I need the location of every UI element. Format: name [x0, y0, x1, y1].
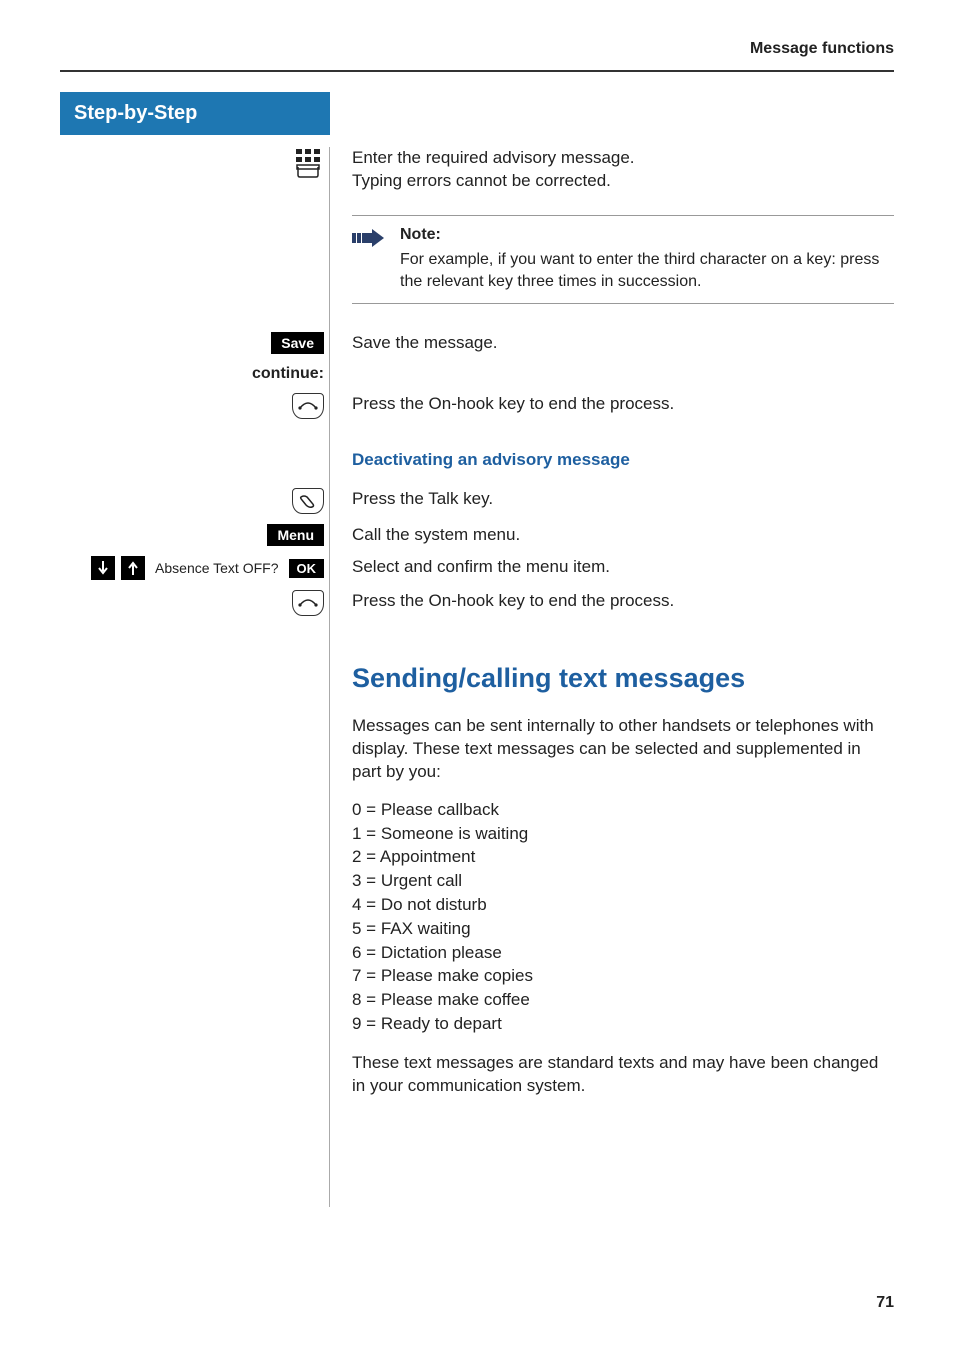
ok-button[interactable]: OK — [289, 559, 325, 578]
note-title: Note: — [400, 224, 894, 246]
talk-text: Press the Talk key. — [330, 488, 894, 511]
save-button[interactable]: Save — [271, 332, 324, 354]
continue-label: continue: — [60, 365, 330, 383]
sending-outro: These text messages are standard texts a… — [352, 1052, 894, 1098]
message-list-item: 3 = Urgent call — [352, 869, 894, 893]
note-arrow-icon — [352, 224, 386, 293]
arrow-down-button[interactable] — [91, 556, 115, 580]
message-list-item: 0 = Please callback — [352, 798, 894, 822]
message-list-item: 8 = Please make coffee — [352, 988, 894, 1012]
menu-text: Call the system menu. — [330, 524, 894, 547]
onhook-key-icon-2[interactable] — [292, 590, 324, 616]
message-list-item: 2 = Appointment — [352, 845, 894, 869]
display-absence-text-off: Absence Text OFF? — [151, 560, 282, 576]
save-text: Save the message. — [330, 332, 894, 355]
column-divider — [329, 147, 330, 1207]
message-list-item: 5 = FAX waiting — [352, 917, 894, 941]
onhook-key-icon[interactable] — [292, 393, 324, 419]
arrow-up-button[interactable] — [121, 556, 145, 580]
header-section-title: Message functions — [60, 40, 894, 72]
note-box: Note: For example, if you want to enter … — [352, 215, 894, 304]
keypad-icon — [294, 147, 324, 184]
note-body: For example, if you want to enter the th… — [400, 249, 894, 292]
message-list-item: 4 = Do not disturb — [352, 893, 894, 917]
onhook-text-2: Press the On-hook key to end the process… — [330, 590, 894, 613]
enter-advisory-text-line1: Enter the required advisory message. — [352, 147, 894, 170]
sending-intro: Messages can be sent internally to other… — [352, 715, 894, 784]
step-by-step-header: Step-by-Step — [60, 92, 330, 135]
message-list-item: 6 = Dictation please — [352, 941, 894, 965]
onhook-text-1: Press the On-hook key to end the process… — [330, 393, 894, 416]
talk-key-icon[interactable] — [292, 488, 324, 514]
message-list: 0 = Please callback1 = Someone is waitin… — [352, 798, 894, 1036]
message-list-item: 7 = Please make copies — [352, 964, 894, 988]
enter-advisory-text-line2: Typing errors cannot be corrected. — [352, 170, 894, 193]
page-number: 71 — [876, 1294, 894, 1312]
select-confirm-text: Select and confirm the menu item. — [330, 556, 894, 579]
deactivate-heading: Deactivating an advisory message — [352, 449, 894, 472]
message-list-item: 1 = Someone is waiting — [352, 822, 894, 846]
message-list-item: 9 = Ready to depart — [352, 1012, 894, 1036]
menu-button[interactable]: Menu — [267, 524, 324, 546]
sending-calling-heading: Sending/calling text messages — [352, 660, 894, 696]
